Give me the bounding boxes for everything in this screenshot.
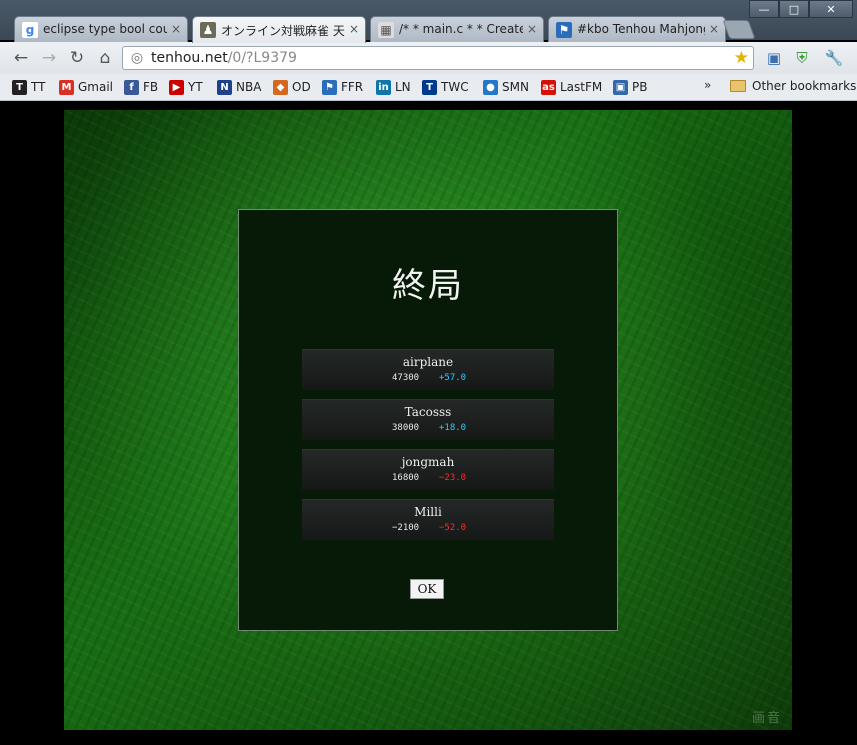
bookmark-star-icon[interactable]: ★ [734, 48, 749, 68]
browser-toolbar: ← → ↻ ⌂ ◎ tenhou.net/0/?L9379 ★ ▣ ⛨ 🔧 [0, 42, 857, 74]
player-name: Milli [414, 505, 442, 519]
bookmark-gmail[interactable]: M Gmail [59, 79, 113, 95]
back-arrow-icon[interactable]: ← [10, 48, 32, 68]
tab-title: #kbo Tenhou Mahjong L [577, 22, 705, 36]
player-score: 16800 [392, 473, 420, 483]
youtube-icon: ▶ [169, 79, 184, 95]
lastfm-icon: as [541, 79, 556, 95]
player-delta: +57.0 [439, 373, 467, 383]
url-host: tenhou.net [151, 50, 228, 66]
bookmark-label: LN [395, 80, 411, 94]
address-bar[interactable]: ◎ tenhou.net/0/?L9379 ★ [122, 46, 754, 70]
url-text: tenhou.net/0/?L9379 [151, 50, 297, 66]
pb-icon: ▣ [613, 79, 628, 95]
bookmark-nba[interactable]: N NBA [217, 79, 261, 95]
kbo-icon: ⚑ [556, 22, 572, 38]
bookmark-fb[interactable]: f FB [124, 79, 158, 95]
other-bookmarks-folder[interactable]: Other bookmarks [730, 79, 856, 93]
bookmarks-bar: T TT M Gmail f FB ▶ YT N NBA ◆ OD ⚑ FFR in LN T TWC ● SMN as… [0, 74, 857, 101]
globe-icon: ◎ [130, 50, 144, 66]
bookmark-ffr[interactable]: ⚑ FFR [322, 79, 363, 95]
tab-title: eclipse type bool could r [43, 22, 167, 36]
home-icon[interactable]: ⌂ [94, 48, 116, 68]
tab-eclipse[interactable]: g eclipse type bool could r × [14, 16, 188, 42]
extension-shield-icon[interactable]: ⛨ [792, 48, 812, 68]
nba-icon: N [217, 79, 232, 95]
bookmark-lastfm[interactable]: as LastFM [541, 79, 602, 95]
close-icon[interactable]: × [527, 22, 537, 36]
tab-main-c[interactable]: ▦ /* * main.c * * Created o × [370, 16, 544, 42]
close-icon[interactable]: × [171, 22, 181, 36]
game-end-dialog: 終局 airplane 47300 +57.0 Tacosss 38000 +1… [238, 209, 618, 631]
extension-page-icon[interactable]: ▣ [764, 48, 784, 68]
bookmarks-overflow-chevron-icon[interactable]: » [704, 78, 711, 92]
maximize-button[interactable]: □ [779, 0, 809, 18]
wrench-icon[interactable]: 🔧 [824, 48, 844, 68]
player-score: 38000 [392, 423, 420, 433]
google-icon: g [22, 22, 38, 38]
facebook-icon: f [124, 79, 139, 95]
player-name: Tacosss [404, 405, 452, 419]
url-path: /0/?L9379 [227, 50, 297, 66]
bookmark-label: FB [143, 80, 159, 94]
window-controls: — □ ✕ [749, 0, 853, 18]
ok-button[interactable]: OK [410, 579, 444, 599]
bookmark-yt[interactable]: ▶ YT [169, 79, 203, 95]
close-icon[interactable]: × [709, 22, 719, 36]
player-delta: −52.0 [439, 523, 467, 533]
window-close-button[interactable]: ✕ [809, 0, 853, 18]
bookmark-od[interactable]: ◆ OD [273, 79, 311, 95]
forward-arrow-icon[interactable]: → [38, 48, 60, 68]
bookmark-label: Gmail [78, 80, 114, 94]
other-bookmarks-label: Other bookmarks [752, 79, 857, 93]
player-delta: +18.0 [439, 423, 467, 433]
new-tab-button[interactable] [722, 20, 756, 39]
tab-title: オンライン対戦麻雀 天鳳 [221, 24, 345, 38]
bookmark-label: LastFM [560, 80, 603, 94]
folder-icon [730, 80, 746, 92]
player-name: jongmah [401, 455, 455, 469]
title-bar: g eclipse type bool could r × ♟ オンライン対戦麻… [0, 0, 857, 43]
bookmark-pb[interactable]: ▣ PB [613, 79, 647, 95]
tab-tenhou[interactable]: ♟ オンライン対戦麻雀 天鳳 × [192, 16, 366, 43]
bookmark-label: TWC [441, 80, 469, 94]
result-row: airplane 47300 +57.0 [302, 349, 554, 390]
tt-icon: T [12, 79, 27, 95]
twc-icon: T [422, 79, 437, 95]
tab-kbo[interactable]: ⚑ #kbo Tenhou Mahjong L × [548, 16, 726, 42]
smn-icon: ● [483, 79, 498, 95]
bookmark-label: OD [292, 80, 311, 94]
bookmark-smn[interactable]: ● SMN [483, 79, 529, 95]
result-row: jongmah 16800 −23.0 [302, 449, 554, 490]
bookmark-label: PB [632, 80, 648, 94]
gmail-icon: M [59, 79, 74, 95]
reload-icon[interactable]: ↻ [66, 48, 88, 68]
bookmark-label: SMN [502, 80, 529, 94]
close-icon[interactable]: × [349, 22, 359, 36]
bookmark-label: FFR [341, 80, 364, 94]
result-row: Tacosss 38000 +18.0 [302, 399, 554, 440]
document-icon: ▦ [378, 22, 394, 38]
result-row: Milli −2100 −52.0 [302, 499, 554, 540]
bookmark-tt[interactable]: T TT [12, 79, 45, 95]
player-delta: −23.0 [439, 473, 467, 483]
linkedin-icon: in [376, 79, 391, 95]
watermark-text: 画音 [751, 711, 782, 726]
od-icon: ◆ [273, 79, 288, 95]
bookmark-twc[interactable]: T TWC [422, 79, 469, 95]
player-score: 47300 [392, 373, 420, 383]
bookmark-ln[interactable]: in LN [376, 79, 411, 95]
minimize-button[interactable]: — [749, 0, 779, 18]
dialog-title: 終局 [392, 266, 464, 306]
ffr-icon: ⚑ [322, 79, 337, 95]
player-score: −2100 [392, 523, 420, 533]
tab-title: /* * main.c * * Created o [399, 22, 523, 36]
bookmark-label: YT [188, 80, 203, 94]
bookmark-label: TT [31, 80, 46, 94]
tenhou-icon: ♟ [200, 22, 216, 38]
bookmark-label: NBA [236, 80, 262, 94]
player-name: airplane [402, 355, 454, 369]
